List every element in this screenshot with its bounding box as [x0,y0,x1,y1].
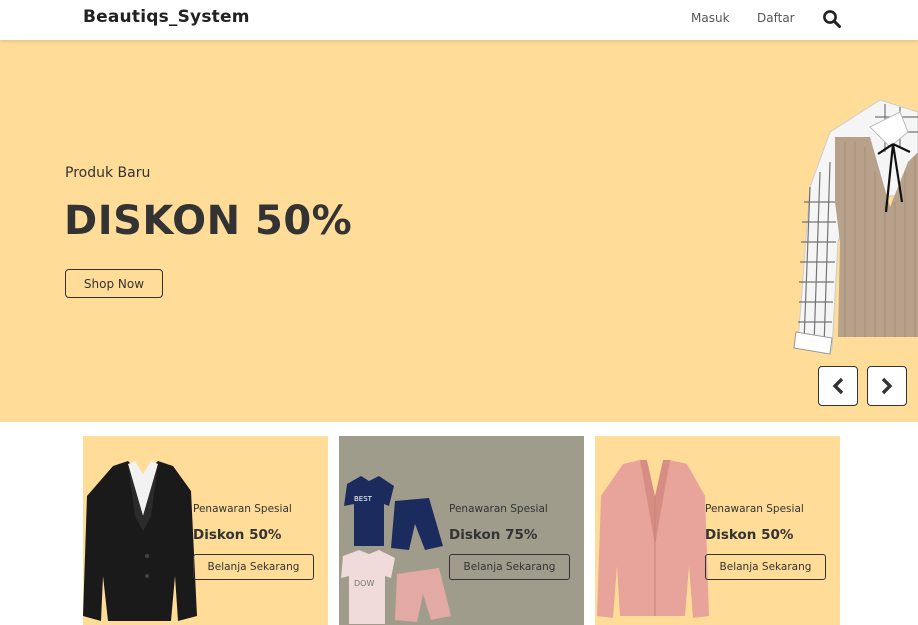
hero-banner: Produk Baru DISKON 50% Shop Now [0,40,918,422]
shop-now-card-button[interactable]: Belanja Sekarang [193,554,314,580]
nav-register-link[interactable]: Daftar [757,11,795,25]
offer-card: BEST DOW Penawaran Spesial Diskon 75% Be… [339,436,584,625]
kids-clothes-image: BEST DOW [341,476,451,624]
search-icon[interactable] [822,9,842,29]
carousel-next-button[interactable] [867,366,907,406]
offer-card: Penawaran Spesial Diskon 50% Belanja Sek… [595,436,840,625]
card-discount: Diskon 75% [449,527,538,543]
card-tag: Penawaran Spesial [705,503,804,515]
card-tag: Penawaran Spesial [449,503,548,515]
nav-login-link[interactable]: Masuk [691,11,730,25]
card-discount: Diskon 50% [705,527,794,543]
svg-text:BEST: BEST [354,495,373,503]
pink-blazer-image [597,460,709,618]
shop-now-card-button[interactable]: Belanja Sekarang [705,554,826,580]
hero-title: DISKON 50% [64,198,353,244]
chevron-right-icon [881,377,893,395]
brand-logo[interactable]: Beautiqs_System [83,7,250,27]
svg-text:DOW: DOW [354,579,374,588]
navbar: Beautiqs_System Masuk Daftar [0,0,918,40]
hero-product-image [793,99,918,355]
carousel-prev-button[interactable] [818,366,858,406]
offer-card: Penawaran Spesial Diskon 50% Belanja Sek… [83,436,328,625]
hero-subtitle: Produk Baru [65,165,151,181]
chevron-left-icon [832,377,844,395]
suit-jacket-image [83,461,197,621]
shop-now-card-button[interactable]: Belanja Sekarang [449,554,570,580]
card-discount: Diskon 50% [193,527,282,543]
card-tag: Penawaran Spesial [193,503,292,515]
shop-now-button[interactable]: Shop Now [65,269,163,298]
